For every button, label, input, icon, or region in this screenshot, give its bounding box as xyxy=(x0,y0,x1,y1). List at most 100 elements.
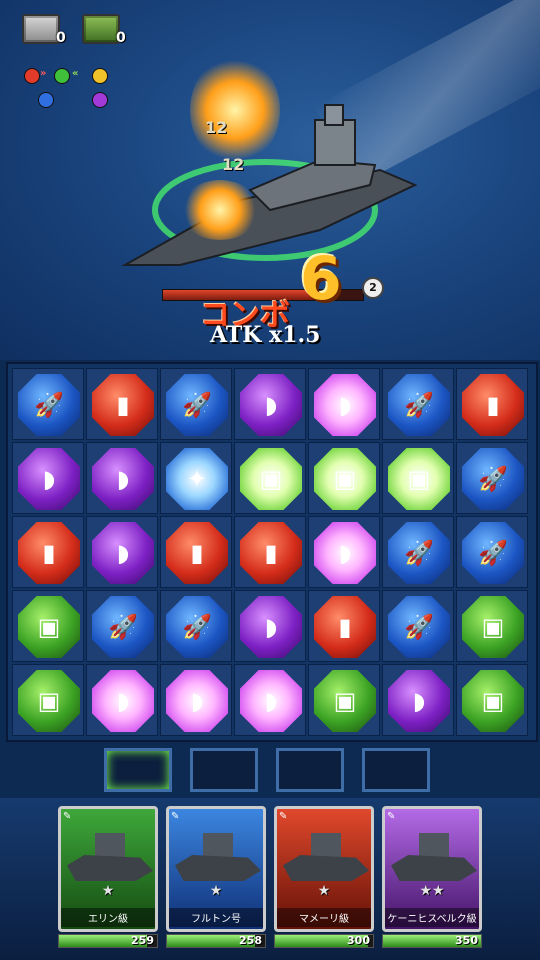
ship-hp-value: 259 xyxy=(131,934,154,947)
ship-card-2[interactable]: ✎ ★ フルトン号 xyxy=(166,806,266,932)
ship-card-3[interactable]: ✎ ★ マメーリ級 xyxy=(274,806,374,932)
board-cell[interactable]: ✦ xyxy=(160,442,232,514)
purple-sub-glow-gem[interactable]: ◗ xyxy=(166,670,228,732)
ship-hp-bar: 258 xyxy=(166,934,266,948)
atk-multiplier: ATK x1.5 xyxy=(210,322,321,348)
board-cell[interactable]: 🚀 xyxy=(382,516,454,588)
red-shell-gem[interactable]: ▮ xyxy=(18,522,80,584)
damage-number: 12 xyxy=(222,155,245,174)
ship-tower xyxy=(203,833,233,859)
green-tank-glow-gem[interactable]: ▣ xyxy=(240,448,302,510)
ship-rank-stars: ★★ xyxy=(419,883,445,899)
board-cell[interactable]: ◗ xyxy=(86,442,158,514)
green-tank-glow-gem[interactable]: ▣ xyxy=(388,448,450,510)
board-cell[interactable]: ▣ xyxy=(456,590,528,662)
board-cell[interactable]: ▣ xyxy=(234,442,306,514)
board-cell[interactable]: ◗ xyxy=(308,368,380,440)
blue-missile-gem[interactable]: 🚀 xyxy=(462,522,524,584)
purple-sub-glow-gem[interactable]: ◗ xyxy=(92,670,154,732)
board-cell[interactable]: 🚀 xyxy=(160,368,232,440)
board-cell[interactable]: ◗ xyxy=(308,516,380,588)
board-cell[interactable]: ▣ xyxy=(308,442,380,514)
purple-sub-gem[interactable]: ◗ xyxy=(388,670,450,732)
blue-missile-gem[interactable]: 🚀 xyxy=(166,596,228,658)
purple-sub-gem[interactable]: ◗ xyxy=(240,374,302,436)
green-tank-gem[interactable]: ▣ xyxy=(18,596,80,658)
green-tank-gem[interactable]: ▣ xyxy=(462,596,524,658)
ship-hp-value: 258 xyxy=(239,934,262,947)
green-tank-gem[interactable]: ▣ xyxy=(462,670,524,732)
board-cell[interactable]: 🚀 xyxy=(456,516,528,588)
empty-slot[interactable] xyxy=(362,748,430,792)
board-cell[interactable]: ▮ xyxy=(308,590,380,662)
board-cell[interactable]: ◗ xyxy=(382,664,454,736)
board-cell[interactable]: ◗ xyxy=(12,442,84,514)
green-tank-glow-gem[interactable]: ▣ xyxy=(314,448,376,510)
board-cell[interactable]: ▮ xyxy=(12,516,84,588)
puzzle-board[interactable]: 🚀 ▮ 🚀 ◗ ◗ 🚀 ▮ ◗ ◗ ✦ ▣ ▣ ▣ 🚀 ▮ ◗ ▮ ▮ ◗ 🚀 🚀 ▣ 🚀 🚀 ◗ ▮ 🚀 ▣ ▣ ◗ ◗ ◗ ▣ ◗ ▣ xyxy=(6,362,538,742)
bolt-icon: ✎ xyxy=(63,811,72,822)
red-shell-gem[interactable]: ▮ xyxy=(92,374,154,436)
blue-missile-gem[interactable]: 🚀 xyxy=(166,374,228,436)
board-cell[interactable]: ◗ xyxy=(234,368,306,440)
board-cell[interactable]: ◗ xyxy=(234,664,306,736)
ship-card-4[interactable]: ✎ ★★ ケーニヒスベルク級 xyxy=(382,806,482,932)
ship-name: ケーニヒスベルク級 xyxy=(385,908,479,927)
empty-slot[interactable] xyxy=(104,748,172,792)
ship-rank-stars: ★ xyxy=(101,883,115,899)
board-cell[interactable]: 🚀 xyxy=(456,442,528,514)
blue-orb-icon xyxy=(38,92,54,108)
board-cell[interactable]: 🚀 xyxy=(160,590,232,662)
board-cell[interactable]: ◗ xyxy=(234,590,306,662)
blue-missile-gem[interactable]: 🚀 xyxy=(92,596,154,658)
empty-slot[interactable] xyxy=(190,748,258,792)
blue-missile-gem[interactable]: 🚀 xyxy=(388,596,450,658)
red-shell-gem[interactable]: ▮ xyxy=(240,522,302,584)
explosion-fire xyxy=(180,180,260,240)
purple-sub-glow-gem[interactable]: ◗ xyxy=(314,374,376,436)
ship-tower xyxy=(311,833,341,859)
star-gem-gem[interactable]: ✦ xyxy=(166,448,228,510)
grey-crate-count: 0 xyxy=(56,30,66,46)
board-cell[interactable]: ▣ xyxy=(12,664,84,736)
board-cell[interactable]: ▣ xyxy=(456,664,528,736)
board-cell[interactable]: ▮ xyxy=(160,516,232,588)
board-cell[interactable]: ◗ xyxy=(160,664,232,736)
ship-tower xyxy=(95,833,125,859)
board-cell[interactable]: ▣ xyxy=(12,590,84,662)
empty-slot[interactable] xyxy=(276,748,344,792)
purple-sub-gem[interactable]: ◗ xyxy=(92,522,154,584)
blue-missile-gem[interactable]: 🚀 xyxy=(388,522,450,584)
ship-card-1[interactable]: ✎ ★ エリン級 xyxy=(58,806,158,932)
grey-crate-icon xyxy=(22,14,60,44)
blue-missile-gem[interactable]: 🚀 xyxy=(388,374,450,436)
board-cell[interactable]: ▮ xyxy=(234,516,306,588)
board-cell[interactable]: ▮ xyxy=(86,368,158,440)
board-cell[interactable]: ◗ xyxy=(86,516,158,588)
ship-rank-stars: ★ xyxy=(209,883,223,899)
board-cell[interactable]: 🚀 xyxy=(12,368,84,440)
blue-missile-gem[interactable]: 🚀 xyxy=(462,448,524,510)
board-cell[interactable]: ▣ xyxy=(382,442,454,514)
board-cell[interactable]: ▣ xyxy=(308,664,380,736)
red-shell-gem[interactable]: ▮ xyxy=(314,596,376,658)
gem-affinity-chart: » « xyxy=(22,66,118,110)
ship-hull xyxy=(283,855,369,881)
board-cell[interactable]: 🚀 xyxy=(382,590,454,662)
red-shell-gem[interactable]: ▮ xyxy=(462,374,524,436)
ship-hp-value: 300 xyxy=(347,934,370,947)
green-tank-gem[interactable]: ▣ xyxy=(314,670,376,732)
purple-sub-gem[interactable]: ◗ xyxy=(240,596,302,658)
board-cell[interactable]: 🚀 xyxy=(382,368,454,440)
board-cell[interactable]: ◗ xyxy=(86,664,158,736)
board-cell[interactable]: ▮ xyxy=(456,368,528,440)
board-cell[interactable]: 🚀 xyxy=(86,590,158,662)
blue-missile-gem[interactable]: 🚀 xyxy=(18,374,80,436)
purple-sub-glow-gem[interactable]: ◗ xyxy=(240,670,302,732)
green-tank-gem[interactable]: ▣ xyxy=(18,670,80,732)
purple-sub-gem[interactable]: ◗ xyxy=(92,448,154,510)
red-shell-gem[interactable]: ▮ xyxy=(166,522,228,584)
purple-sub-glow-gem[interactable]: ◗ xyxy=(314,522,376,584)
purple-sub-gem[interactable]: ◗ xyxy=(18,448,80,510)
ship-name: マメーリ級 xyxy=(277,908,371,927)
